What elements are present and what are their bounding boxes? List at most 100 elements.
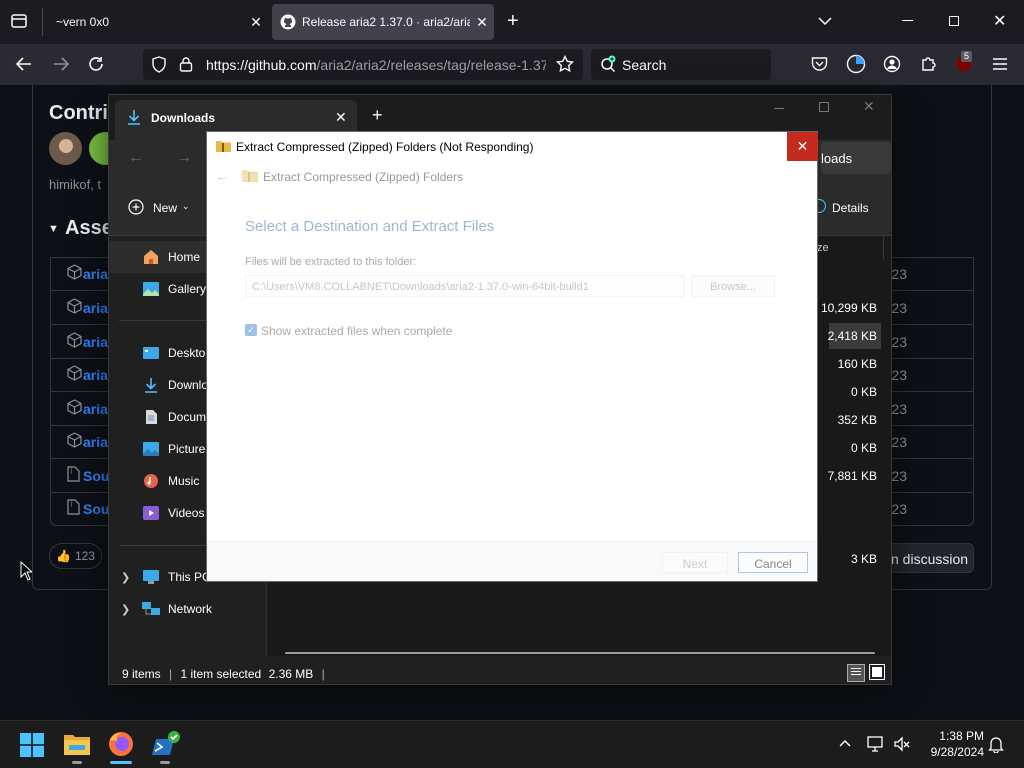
package-icon [67, 298, 82, 314]
home-icon [144, 250, 158, 264]
close-icon[interactable]: ✕ [244, 14, 268, 31]
destination-path-input[interactable]: C:\Users\VM8.COLLABNET\Downloads\aria2-1… [245, 275, 685, 297]
tab-title: ~vern 0x0 [56, 15, 110, 29]
search-bar[interactable] [591, 49, 771, 80]
browser-tab-bar: ~vern 0x0 ✕ Release aria2 1.37.0 · aria2… [0, 0, 1024, 44]
sidebar-label: Gallery [168, 282, 207, 296]
lock-icon[interactable] [179, 56, 193, 72]
notification-bell-icon[interactable] [988, 735, 1004, 753]
browse-button[interactable]: Browse... [691, 275, 775, 297]
tiles-view-icon[interactable] [869, 664, 885, 680]
tab-manager-icon[interactable] [10, 12, 28, 30]
download-icon [145, 378, 157, 393]
back-arrow-icon[interactable] [15, 55, 33, 73]
back-arrow-icon[interactable]: ← [128, 149, 144, 167]
pc-icon [143, 570, 159, 584]
shield-icon[interactable] [151, 56, 167, 73]
powershell-icon[interactable] [152, 731, 180, 759]
mouse-cursor-icon [20, 561, 32, 581]
reaction-button[interactable]: 👍 123 [49, 543, 102, 569]
contributors-text: himikof, t [49, 177, 102, 192]
sidebar-label: Pictures [168, 442, 212, 456]
forward-arrow-icon[interactable]: → [176, 149, 192, 167]
menu-hamburger-icon[interactable] [992, 56, 1008, 72]
horizontal-scrollbar[interactable] [285, 652, 875, 654]
new-tab-icon[interactable]: + [507, 10, 519, 33]
close-icon[interactable]: ✕ [335, 109, 347, 126]
minimize-icon[interactable] [902, 20, 913, 21]
path-label: Files will be extracted to this folder: [245, 256, 417, 268]
chevron-down-icon[interactable]: ⌄ [182, 201, 190, 212]
status-text: 9 items | 1 item selected 2.36 MB | [122, 667, 325, 681]
tab-terminal[interactable]: ~vern 0x0 ✕ [48, 4, 268, 40]
chevron-up-icon[interactable] [838, 736, 852, 750]
restore-icon[interactable] [949, 16, 959, 26]
dialog-heading: Select a Destination and Extract Files [245, 218, 495, 235]
chevron-down-icon[interactable] [817, 13, 833, 29]
zip-folder-icon [242, 169, 258, 182]
status-size: 2.36 MB [268, 667, 314, 681]
extensions-puzzle-icon[interactable] [920, 55, 938, 73]
file-zip-icon [67, 466, 80, 482]
next-button[interactable]: Next [662, 552, 728, 573]
gallery-icon [143, 282, 159, 296]
sidebar-label: Music [168, 474, 200, 488]
search-placeholder: Search [622, 57, 667, 73]
dialog-breadcrumb: Extract Compressed (Zipped) Folders [263, 170, 464, 184]
sidebar-item-network[interactable]: Network [109, 593, 267, 625]
forward-arrow-icon[interactable] [52, 55, 70, 73]
ublock-badge: 5 [961, 51, 973, 62]
package-icon [67, 432, 82, 448]
dialog-close-button[interactable]: ✕ [787, 132, 818, 161]
bookmark-star-icon[interactable] [556, 55, 574, 73]
clock-date[interactable]: 9/28/2024 [920, 745, 984, 759]
triangle-down-icon[interactable]: ▼ [48, 223, 59, 235]
thumbs-up-icon: 👍 [56, 549, 71, 563]
reload-icon[interactable] [87, 55, 105, 73]
reaction-count: 123 [74, 549, 95, 563]
sidebar-label: Videos [168, 506, 205, 520]
package-icon [67, 264, 82, 280]
status-selected: 1 item selected [180, 667, 262, 681]
close-window-icon[interactable]: ✕ [993, 11, 1006, 31]
videos-icon [143, 506, 159, 520]
windows-start-icon[interactable] [20, 733, 44, 757]
new-button[interactable]: New [153, 201, 177, 215]
cancel-button[interactable]: Cancel [738, 552, 808, 573]
pictures-icon [143, 442, 159, 456]
firefox-icon[interactable] [108, 731, 134, 757]
url-path: /aria2/aria2/releases/tag/release-1.37 [316, 57, 546, 73]
network-icon [142, 602, 160, 615]
sidebar-label: Downlo [168, 378, 209, 392]
sidebar-label: Home [168, 250, 201, 264]
volume-muted-icon[interactable] [893, 735, 911, 753]
account-icon[interactable] [883, 55, 901, 73]
desktop-icon [143, 347, 159, 359]
package-icon [67, 332, 82, 348]
url-host: https://github.com [206, 57, 317, 73]
pocket-icon[interactable] [811, 56, 828, 72]
explorer-tab-title: Downloads [151, 111, 216, 125]
show-files-checkbox[interactable]: ✓ [245, 324, 257, 336]
file-zip-icon [67, 499, 80, 515]
extension-circle-icon[interactable] [846, 54, 866, 74]
show-files-label: Show extracted files when complete [261, 324, 453, 338]
download-icon [127, 109, 141, 125]
network-status-icon[interactable] [866, 735, 884, 753]
document-icon [146, 410, 157, 424]
sidebar-label: Network [168, 602, 213, 616]
join-discussion-button[interactable]: n discussion [880, 543, 974, 573]
back-arrow-icon[interactable]: ← [215, 168, 229, 184]
avatar[interactable] [49, 132, 82, 165]
extract-dialog: Extract Compressed (Zipped) Folders (Not… [206, 131, 818, 582]
package-icon [67, 365, 82, 381]
new-tab-icon[interactable]: + [372, 105, 383, 126]
url-text[interactable]: https://github.com/aria2/aria2/releases/… [206, 57, 546, 73]
tab-github-release[interactable]: Release aria2 1.37.0 · aria2/aria2 ✕ [272, 4, 494, 40]
clock-time[interactable]: 1:38 PM [920, 729, 984, 743]
tab-title: Release aria2 1.37.0 · aria2/aria2 [302, 15, 470, 29]
music-icon [144, 474, 158, 488]
details-view-icon[interactable] [847, 664, 865, 682]
file-explorer-taskbar-icon[interactable] [64, 733, 90, 755]
close-icon[interactable]: ✕ [470, 14, 494, 31]
